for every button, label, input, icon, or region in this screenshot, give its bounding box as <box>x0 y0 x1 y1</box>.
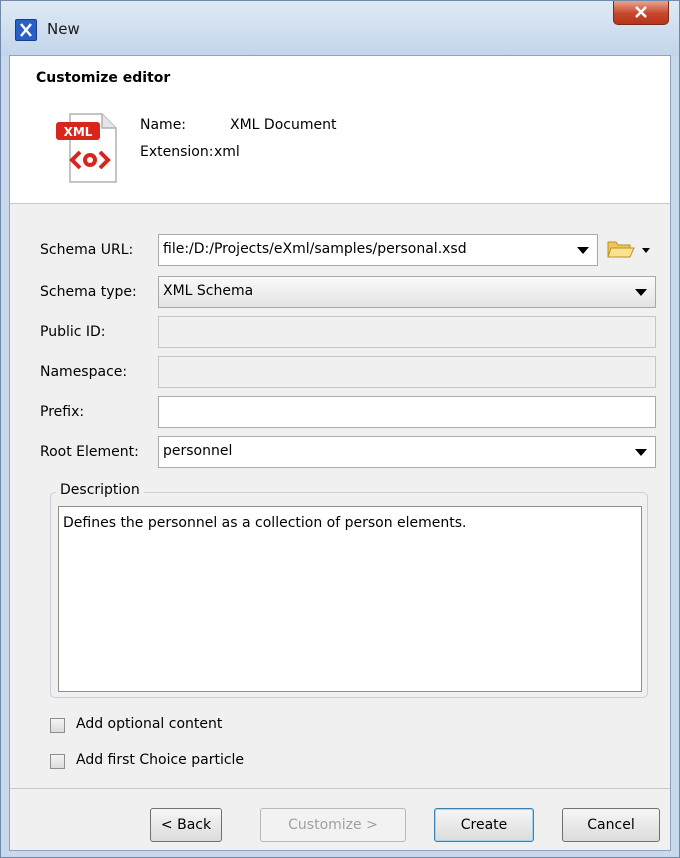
chevron-down-icon[interactable] <box>577 247 589 254</box>
header-title: Customize editor <box>36 70 171 86</box>
create-button[interactable]: Create <box>434 808 534 842</box>
schema-type-label: Schema type: <box>40 284 137 300</box>
dialog-body: Customize editor XML Name: XML Document … <box>9 55 671 851</box>
description-textarea[interactable]: Defines the personnel as a collection of… <box>58 506 642 692</box>
optional-content-checkbox[interactable] <box>50 718 65 733</box>
public-id-field <box>158 316 656 348</box>
namespace-field <box>158 356 656 388</box>
title-bar[interactable]: New <box>1 1 679 56</box>
optional-content-label[interactable]: Add optional content <box>76 716 222 732</box>
footer-divider <box>10 788 670 789</box>
root-element-label: Root Element: <box>40 444 139 460</box>
back-button[interactable]: < Back <box>150 808 222 842</box>
description-legend: Description <box>56 482 144 498</box>
folder-open-icon[interactable] <box>606 237 636 261</box>
prefix-label: Prefix: <box>40 404 85 420</box>
customize-button[interactable]: Customize > <box>260 808 406 842</box>
root-element-value: personnel <box>163 443 233 459</box>
app-icon <box>15 19 37 41</box>
header-panel: Customize editor XML Name: XML Document … <box>10 56 670 204</box>
close-icon <box>635 6 647 18</box>
prefix-field[interactable] <box>158 396 656 428</box>
schema-type-select[interactable]: XML Schema <box>158 276 656 308</box>
name-value: XML Document <box>230 117 337 133</box>
first-choice-label[interactable]: Add first Choice particle <box>76 752 244 768</box>
schema-type-value: XML Schema <box>163 283 254 299</box>
public-id-label: Public ID: <box>40 324 106 340</box>
root-element-combo[interactable]: personnel <box>158 436 656 468</box>
chevron-down-icon[interactable] <box>635 449 647 456</box>
xml-document-icon: XML <box>56 113 117 183</box>
window-title: New <box>47 20 80 38</box>
schema-url-label: Schema URL: <box>40 242 134 258</box>
chevron-down-icon <box>635 289 647 296</box>
cancel-button[interactable]: Cancel <box>562 808 660 842</box>
schema-url-value: file:/D:/Projects/eXml/samples/personal.… <box>163 241 467 257</box>
extension-label: Extension: <box>140 144 214 160</box>
xml-badge-text: XML <box>64 125 93 139</box>
schema-url-combo[interactable]: file:/D:/Projects/eXml/samples/personal.… <box>158 234 598 266</box>
folder-menu-chevron-icon[interactable] <box>642 248 650 253</box>
namespace-label: Namespace: <box>40 364 128 380</box>
new-dialog-window: New Customize editor XML Name: XML Docum… <box>0 0 680 858</box>
first-choice-checkbox[interactable] <box>50 754 65 769</box>
name-label: Name: <box>140 117 187 133</box>
close-button[interactable] <box>613 1 669 25</box>
extension-value: xml <box>214 144 240 160</box>
